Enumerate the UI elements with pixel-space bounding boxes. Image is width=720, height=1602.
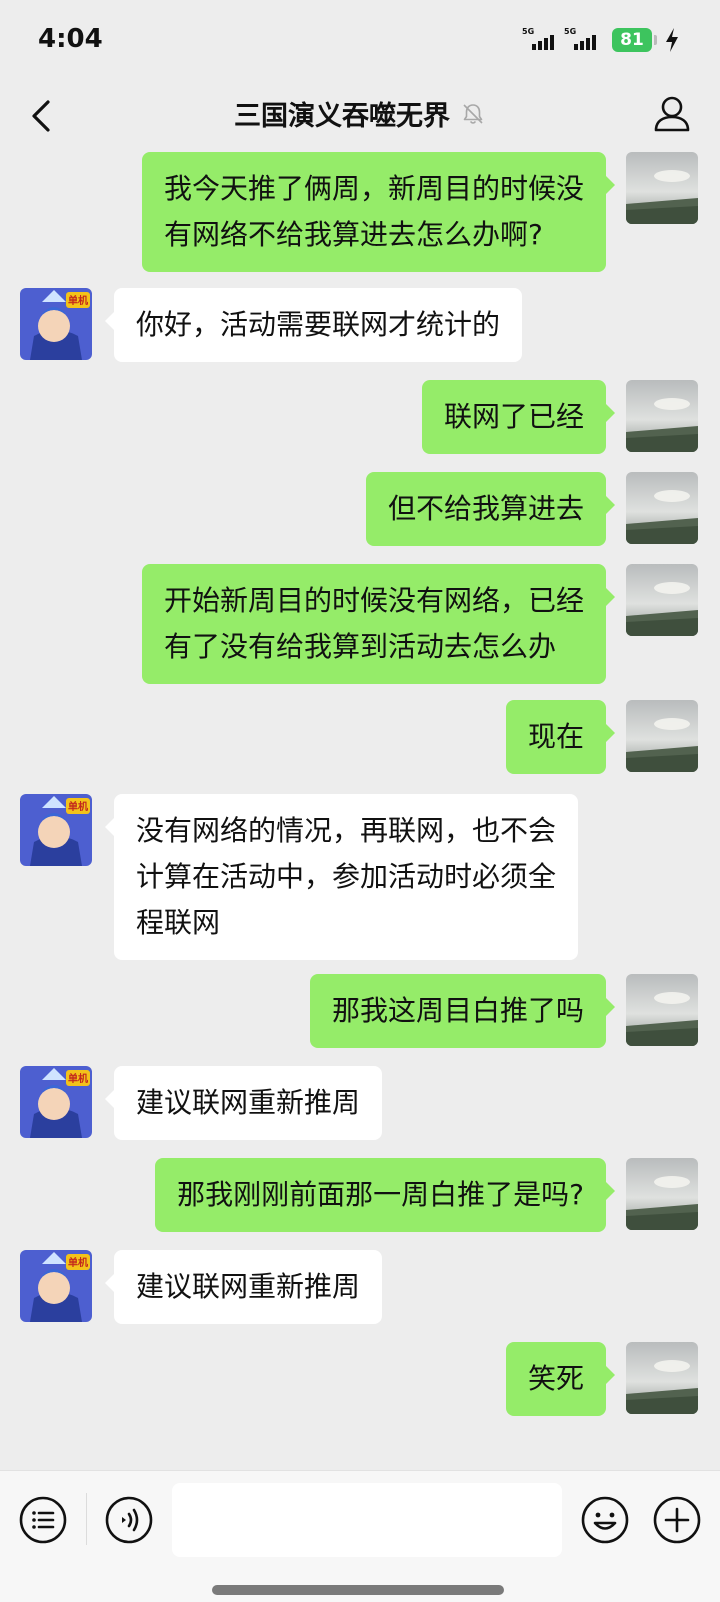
home-indicator — [212, 1585, 504, 1595]
voice-button[interactable] — [104, 1495, 154, 1545]
message-input[interactable] — [172, 1483, 562, 1557]
input-divider — [86, 1493, 87, 1545]
message-bubble[interactable]: 我今天推了俩周，新周目的时候没 有网络不给我算进去怎么办啊? — [141, 152, 616, 272]
status-bar: 4:04 5G 5G 81 — [0, 0, 720, 80]
message-bubble[interactable]: 笑死 — [505, 1342, 616, 1416]
chat-info-button[interactable] — [648, 88, 696, 140]
svg-text:单机: 单机 — [68, 1072, 88, 1085]
message-bubble[interactable]: 建议联网重新推周 — [104, 1250, 383, 1324]
message-list[interactable]: 我今天推了俩周，新周目的时候没 有网络不给我算进去怎么办啊? 你好，活动需要联网才… — [0, 152, 720, 1470]
charging-bolt-icon — [666, 28, 678, 52]
contact-avatar[interactable]: 单机 — [20, 1250, 92, 1322]
status-time: 4:04 — [38, 24, 103, 54]
message-bubble[interactable]: 联网了已经 — [421, 380, 616, 454]
chat-header: 三国演义吞噬无界 — [0, 80, 720, 152]
svg-text:单机: 单机 — [68, 800, 88, 813]
self-avatar[interactable] — [626, 380, 698, 452]
plus-icon — [653, 1496, 701, 1544]
voice-icon — [105, 1496, 153, 1544]
svg-text:单机: 单机 — [68, 294, 88, 307]
emoji-button[interactable] — [580, 1495, 630, 1545]
self-avatar[interactable] — [626, 974, 698, 1046]
contact-avatar[interactable]: 单机 — [20, 1066, 92, 1138]
menu-button[interactable] — [18, 1495, 68, 1545]
message-bubble[interactable]: 但不给我算进去 — [365, 472, 616, 546]
message-bubble[interactable]: 开始新周目的时候没有网络，已经 有了没有给我算到活动去怎么办 — [141, 564, 616, 684]
message-bubble[interactable]: 那我这周目白推了吗 — [309, 974, 616, 1048]
person-icon — [654, 96, 690, 132]
self-avatar[interactable] — [626, 1342, 698, 1414]
self-avatar[interactable] — [626, 564, 698, 636]
message-bubble[interactable]: 建议联网重新推周 — [104, 1066, 383, 1140]
more-button[interactable] — [652, 1495, 702, 1545]
input-bar — [0, 1470, 720, 1602]
contact-avatar[interactable]: 单机 — [20, 794, 92, 866]
self-avatar[interactable] — [626, 472, 698, 544]
mute-bell-icon — [463, 103, 483, 124]
chat-title: 三国演义吞噬无界 — [234, 101, 450, 132]
svg-text:单机: 单机 — [68, 1256, 88, 1269]
message-bubble[interactable]: 没有网络的情况，再联网，也不会 计算在活动中，参加活动时必须全 程联网 — [104, 794, 579, 960]
message-bubble[interactable]: 那我刚刚前面那一周白推了是吗? — [155, 1158, 615, 1232]
self-avatar[interactable] — [626, 700, 698, 772]
message-bubble[interactable]: 现在 — [505, 700, 616, 774]
emoji-icon — [581, 1496, 629, 1544]
signal-2-icon: 5G — [564, 28, 606, 52]
signal-1-icon: 5G — [522, 28, 564, 52]
contact-avatar[interactable]: 单机 — [20, 288, 92, 360]
battery-tip — [654, 35, 657, 45]
self-avatar[interactable] — [626, 1158, 698, 1230]
message-bubble[interactable]: 你好，活动需要联网才统计的 — [104, 288, 523, 362]
list-menu-icon — [19, 1496, 67, 1544]
battery-level: 81 — [612, 28, 652, 52]
self-avatar[interactable] — [626, 152, 698, 224]
